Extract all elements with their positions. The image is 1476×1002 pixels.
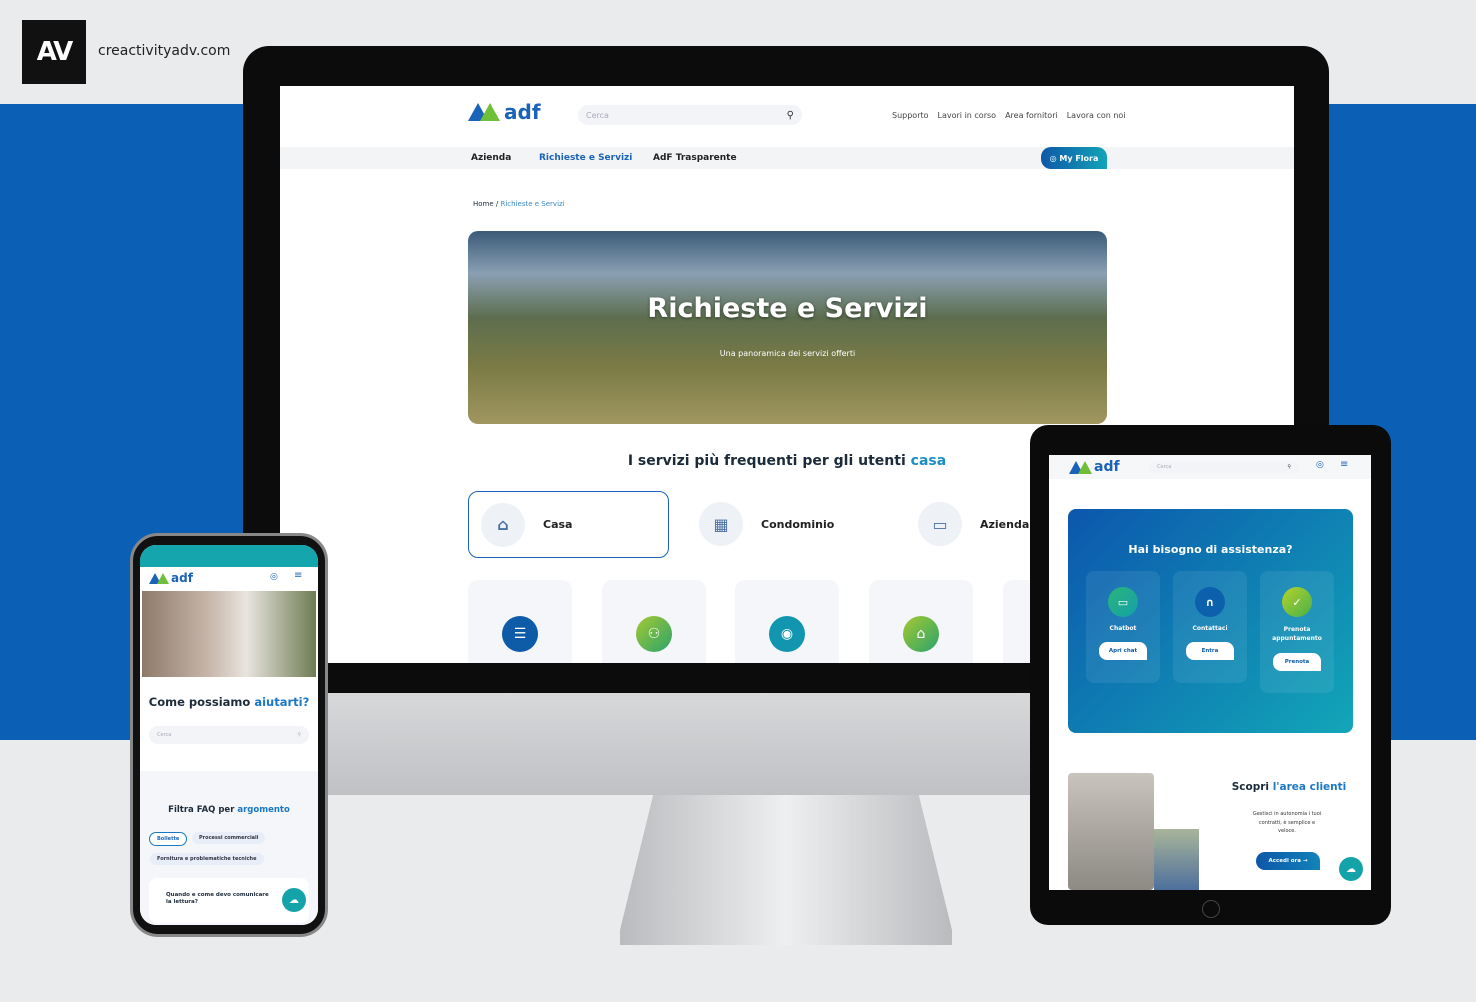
link-fornitori[interactable]: Area fornitori <box>1005 111 1058 120</box>
assist-prenota: ✓ Prenota appuntamento Prenota <box>1260 571 1334 693</box>
area-text: Gestisci in autonomia i tuoi contratti, … <box>1252 811 1322 834</box>
search-icon: ⚲ <box>297 732 301 738</box>
adf-logo[interactable]: adf <box>149 571 193 585</box>
assistance-panel: Hai bisogno di assistenza? ▭ Chatbot Apri … <box>1068 509 1353 733</box>
tab-casa[interactable]: ⌂ Casa <box>468 491 669 558</box>
assist-title: Hai bisogno di assistenza? <box>1128 543 1293 556</box>
faq-question: Quando e come devo comunicare la lettura… <box>166 892 269 905</box>
monitor-stand <box>620 795 952 945</box>
breadcrumb-home[interactable]: Home <box>473 200 494 208</box>
menu-icon[interactable]: ≡ <box>1340 459 1348 470</box>
service-card[interactable]: ⚇ <box>602 580 706 663</box>
briefcase-icon: ▭ <box>918 502 962 546</box>
link-lavora[interactable]: Lavora con noi <box>1067 111 1126 120</box>
phone-screen: adf ◎ ≡ Come possiamo aiutarti? Cerca ⚲ F… <box>140 545 318 925</box>
tab-condominio[interactable]: ▦ Condominio <box>699 502 834 546</box>
chat-bubble-icon[interactable]: ☁ <box>282 888 306 912</box>
adf-logo[interactable]: adf <box>1069 459 1120 475</box>
user-icon[interactable]: ◎ <box>1316 460 1324 470</box>
customer-photo <box>1068 773 1154 890</box>
phone-heading: Come possiamo aiutarti? <box>148 695 310 709</box>
adf-logo[interactable]: adf <box>468 100 541 124</box>
breadcrumb-sep: / <box>495 200 499 208</box>
link-supporto[interactable]: Supporto <box>892 111 929 120</box>
search-icon: ⚲ <box>1287 464 1291 470</box>
service-card[interactable]: ◉ <box>735 580 839 663</box>
search-input[interactable]: Cerca ⚲ <box>578 105 802 125</box>
link-lavori[interactable]: Lavori in corso <box>938 111 997 120</box>
user-icon: ◎ <box>1049 153 1060 163</box>
tablet-home-button <box>1202 900 1220 918</box>
chat-icon: ▭ <box>1108 587 1138 617</box>
house-icon: ⌂ <box>903 616 939 652</box>
hero-banner: Richieste e Servizi Una panoramica dei s… <box>468 231 1107 424</box>
entra-button[interactable]: Entra <box>1186 642 1234 660</box>
breadcrumb: Home / Richieste e Servizi <box>473 200 565 208</box>
document-icon: ☰ <box>502 616 538 652</box>
search-input[interactable]: Cerca ⚲ <box>149 726 309 744</box>
chip-fornitura[interactable]: Fornitura e problematiche tecniche <box>150 853 264 865</box>
user-icon[interactable]: ◎ <box>270 572 278 582</box>
family-photo <box>1154 829 1199 890</box>
apri-chat-button[interactable]: Apri chat <box>1099 642 1147 660</box>
tablet-screen: adf Cerca ⚲ ◎ ≡ Hai bisogno di assistenza… <box>1049 455 1371 890</box>
accedi-ora-button[interactable]: Accedi ora → <box>1256 852 1320 870</box>
agency-logo: AV <box>22 20 86 84</box>
main-nav: Azienda Richieste e Servizi AdF Traspare… <box>280 147 1294 169</box>
assist-chatbot: ▭ Chatbot Apri chat <box>1086 571 1160 683</box>
search-input[interactable]: Cerca ⚲ <box>1149 461 1299 473</box>
breadcrumb-current: Richieste e Servizi <box>500 200 565 208</box>
agency-site: creactivityadv.com <box>98 43 231 59</box>
chip-bollette[interactable]: Bollette <box>149 832 188 846</box>
check-icon: ✓ <box>1282 587 1312 617</box>
prenota-button[interactable]: Prenota <box>1273 653 1321 671</box>
headset-icon: ∩ <box>1195 587 1225 617</box>
menu-icon[interactable]: ≡ <box>294 570 302 581</box>
my-flora-button[interactable]: ◎ My Flora <box>1041 147 1107 169</box>
house-icon: ⌂ <box>481 502 525 547</box>
chat-bubble-icon[interactable]: ☁ <box>1339 857 1363 881</box>
search-icon: ⚲ <box>786 109 794 121</box>
top-links: Supporto Lavori in corso Area fornitori … <box>892 111 1126 120</box>
nav-azienda[interactable]: Azienda <box>471 153 511 163</box>
users-icon: ⚇ <box>636 616 672 652</box>
service-card[interactable]: ⌂ <box>869 580 973 663</box>
service-card[interactable]: ☰ <box>468 580 572 663</box>
nav-trasparente[interactable]: AdF Trasparente <box>653 153 737 163</box>
area-title: Scopri l'area clienti <box>1231 781 1347 793</box>
building-icon: ▦ <box>699 502 743 546</box>
assist-contattaci: ∩ Contattaci Entra <box>1173 571 1247 683</box>
user-circle-icon: ◉ <box>769 616 805 652</box>
chip-processi[interactable]: Processi commerciali <box>192 832 266 844</box>
hero-title: Richieste e Servizi <box>647 293 928 324</box>
phone-status-bar <box>140 545 318 567</box>
hero-subtitle: Una panoramica dei servizi offerti <box>719 349 856 358</box>
photo-collage <box>142 591 316 677</box>
tab-azienda[interactable]: ▭ Azienda <box>918 502 1029 546</box>
faq-title: Filtra FAQ per argomento <box>168 805 290 815</box>
nav-richieste[interactable]: Richieste e Servizi <box>539 153 632 163</box>
